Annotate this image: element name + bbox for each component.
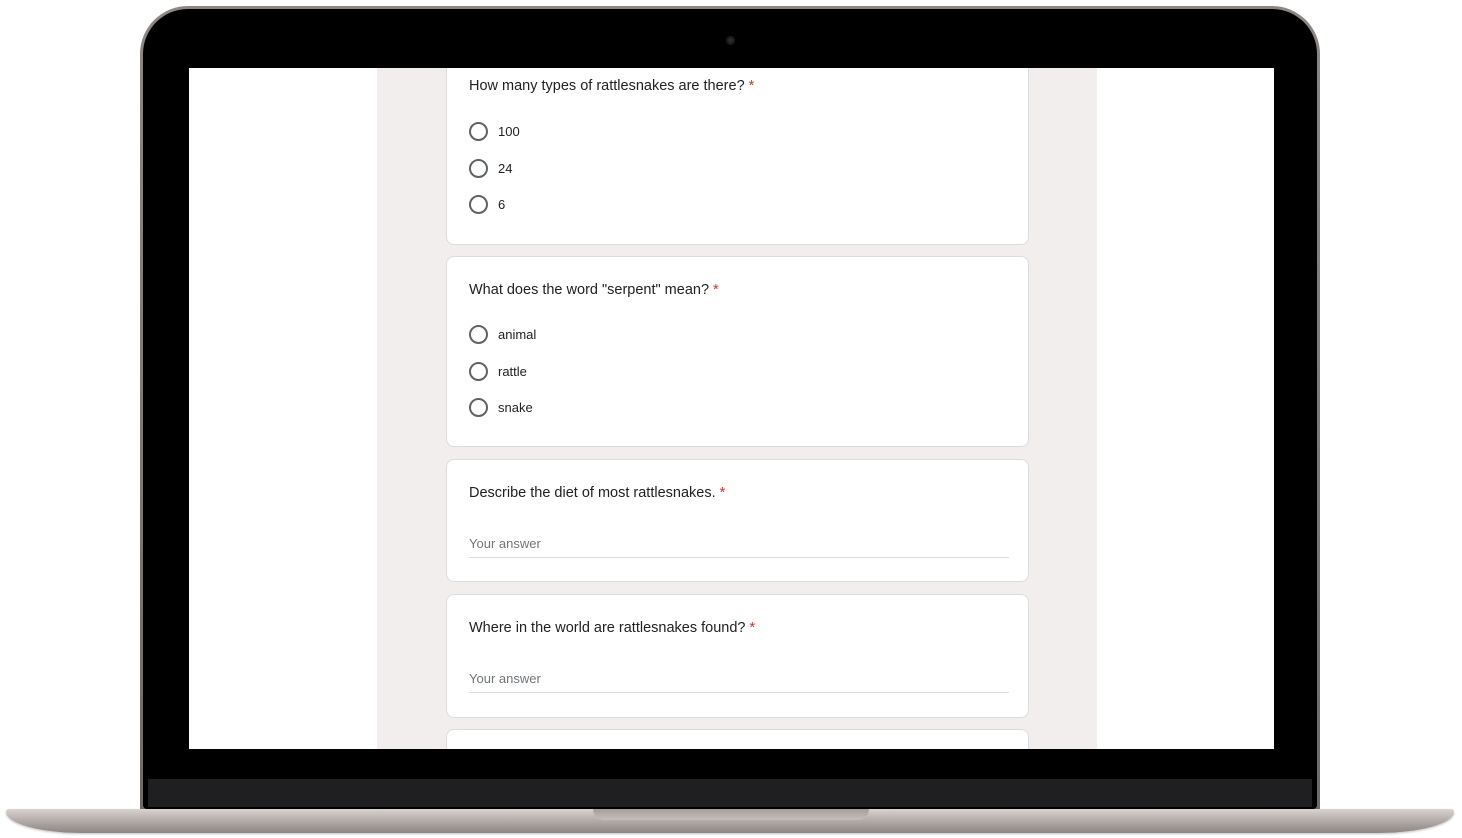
- option-label: rattle: [498, 363, 527, 379]
- question-text: How many types of rattlesnakes are there…: [469, 78, 745, 94]
- radio-option[interactable]: animal: [469, 324, 536, 344]
- radio-option[interactable]: 24: [469, 158, 512, 178]
- question-card-4: Where in the world are rattlesnakes foun…: [446, 594, 1029, 718]
- required-asterisk: *: [719, 485, 726, 501]
- question-text: What does the word "serpent" mean?: [469, 282, 710, 298]
- option-label: 24: [498, 160, 513, 176]
- option-label: snake: [498, 399, 533, 415]
- radio-button-icon[interactable]: [469, 194, 488, 214]
- laptop-mockup: How many types of rattlesnakes are there…: [0, 0, 1462, 838]
- question-text: Describe the diet of most rattlesnakes.: [469, 485, 716, 501]
- radio-button-icon[interactable]: [469, 158, 488, 178]
- screen-chin: [148, 779, 1312, 807]
- radio-button-icon[interactable]: [469, 121, 488, 141]
- question-card-2: What does the word "serpent" mean? * anim…: [446, 256, 1029, 447]
- question-card-3: Describe the diet of most rattlesnakes. *: [446, 459, 1029, 582]
- question-title: How many types of rattlesnakes are there…: [469, 78, 754, 94]
- radio-button-icon[interactable]: [469, 324, 488, 344]
- short-answer-input[interactable]: [469, 533, 1009, 558]
- radio-button-icon[interactable]: [469, 361, 488, 381]
- short-answer-input[interactable]: [469, 668, 1009, 693]
- radio-option[interactable]: 6: [469, 194, 505, 214]
- webcam-icon: [726, 36, 735, 45]
- option-label: animal: [498, 326, 537, 342]
- question-text: Where in the world are rattlesnakes foun…: [469, 620, 746, 636]
- required-asterisk: *: [748, 78, 755, 94]
- question-title: Where in the world are rattlesnakes foun…: [469, 620, 755, 636]
- browser-viewport: How many types of rattlesnakes are there…: [189, 68, 1274, 749]
- radio-option[interactable]: snake: [469, 397, 533, 417]
- laptop-hinge-notch: [593, 809, 869, 820]
- question-card-5: [446, 729, 1029, 749]
- radio-option[interactable]: rattle: [469, 361, 527, 381]
- option-label: 6: [498, 196, 506, 212]
- question-title: Describe the diet of most rattlesnakes. *: [469, 485, 725, 501]
- option-label: 100: [498, 123, 520, 139]
- required-asterisk: *: [749, 620, 756, 636]
- radio-option[interactable]: 100: [469, 121, 520, 141]
- question-title: What does the word "serpent" mean? *: [469, 282, 719, 298]
- question-card-1: How many types of rattlesnakes are there…: [446, 68, 1029, 245]
- radio-button-icon[interactable]: [469, 397, 488, 417]
- required-asterisk: *: [713, 282, 719, 298]
